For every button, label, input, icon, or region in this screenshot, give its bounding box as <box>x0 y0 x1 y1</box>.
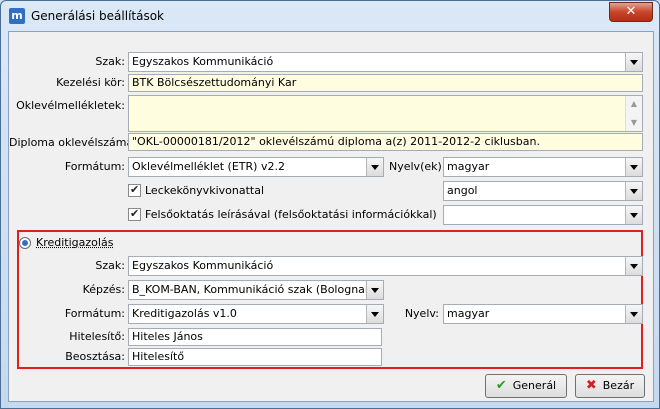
nyelv-select-3[interactable] <box>443 205 643 225</box>
kredit-szak-label: Szak: <box>95 259 125 272</box>
title-bar[interactable]: m Generálási beállítások ✕ <box>1 1 659 31</box>
kezelesi-kor-label: Kezelési kör: <box>56 76 125 89</box>
kreditigazolas-label[interactable]: Kreditigazolás <box>36 236 113 249</box>
chevron-down-icon[interactable] <box>366 281 383 299</box>
close-icon: ✕ <box>625 4 637 19</box>
generate-button[interactable]: ✔ Generál <box>485 374 567 398</box>
close-button[interactable]: ✖ Bezár <box>575 374 645 398</box>
beosztasa-label: Beosztása: <box>65 350 125 363</box>
chevron-down-icon[interactable] <box>625 206 642 224</box>
nyelv-2-value: angol <box>447 184 478 197</box>
chevron-down-icon[interactable] <box>366 305 383 323</box>
kredit-nyelv-label: Nyelv: <box>404 307 439 320</box>
kredit-nyelv-value: magyar <box>447 307 490 320</box>
dialog-body: Szak: Egyszakos Kommunikáció Kezelési kö… <box>8 31 654 402</box>
window-close-button[interactable]: ✕ <box>609 2 653 22</box>
diploma-oklevelszama-label: Diploma oklevélszáma: <box>9 136 137 149</box>
chevron-down-icon[interactable] <box>625 53 642 71</box>
chevron-down-icon[interactable] <box>366 158 383 176</box>
kredit-szak-value: Egyszakos Kommunikáció <box>132 259 274 272</box>
kreditigazolas-radio[interactable] <box>19 237 31 249</box>
oklevelmellekletek-label: Oklevélmellékletek: <box>16 99 125 112</box>
felsooktatas-label[interactable]: Felsőoktatás leírásával (felsőoktatási i… <box>145 208 437 221</box>
memo-scrollbar[interactable]: ▲ ▼ <box>625 96 642 131</box>
dialog-window: m Generálási beállítások ✕ Szak: Egyszak… <box>0 0 660 409</box>
oklevelmellekletek-memo[interactable]: ▲ ▼ <box>128 95 643 132</box>
chevron-down-icon[interactable] <box>625 182 642 200</box>
leckekonyv-label[interactable]: Leckekönyvkivonattal <box>145 184 264 197</box>
chevron-down-icon[interactable] <box>625 158 642 176</box>
kredit-nyelv-select[interactable]: magyar <box>443 304 643 324</box>
kepzes-select[interactable]: B_KOM-BAN, Kommunikáció szak (Bolognai B… <box>128 280 384 300</box>
leckekonyv-checkbox[interactable] <box>128 183 141 197</box>
kredit-formatum-select[interactable]: Kreditigazolás v1.0 <box>128 304 384 324</box>
szak-select[interactable]: Egyszakos Kommunikáció <box>128 52 643 72</box>
chevron-down-icon[interactable] <box>625 305 642 323</box>
scroll-up-icon[interactable]: ▲ <box>626 96 642 112</box>
formatum-value: Oklevélmelléklet (ETR) v2.2 <box>132 160 285 173</box>
nyelv-1-value: magyar <box>447 160 490 173</box>
kredit-szak-select[interactable]: Egyszakos Kommunikáció <box>128 256 643 276</box>
kredit-formatum-label: Formátum: <box>64 307 125 320</box>
szak-value: Egyszakos Kommunikáció <box>132 55 274 68</box>
nyelvek-label: Nyelv(ek): <box>389 160 446 173</box>
szak-label: Szak: <box>95 55 125 68</box>
cancel-icon: ✖ <box>585 378 597 393</box>
app-icon: m <box>9 8 25 24</box>
close-label: Bezár <box>602 379 635 392</box>
kezelesi-kor-field: BTK Bölcsészettudományi Kar <box>128 74 643 92</box>
formatum-select[interactable]: Oklevélmelléklet (ETR) v2.2 <box>128 157 384 177</box>
kepzes-label: Képzés: <box>82 283 125 296</box>
diploma-oklevelszama-field: "OKL-00000181/2012" oklevélszámú diploma… <box>128 133 643 151</box>
generate-label: Generál <box>512 379 557 392</box>
kredit-formatum-value: Kreditigazolás v1.0 <box>132 307 237 320</box>
kepzes-value: B_KOM-BAN, Kommunikáció szak (Bolognai B… <box>132 283 384 296</box>
hitelesito-label: Hitelesítő: <box>69 330 125 343</box>
checkmark-icon: ✔ <box>495 378 507 393</box>
hitelesito-input[interactable]: Hiteles János <box>128 328 382 346</box>
nyelv-select-2[interactable]: angol <box>443 181 643 201</box>
nyelv-select-1[interactable]: magyar <box>443 157 643 177</box>
formatum-label: Formátum: <box>64 160 125 173</box>
scroll-down-icon[interactable]: ▼ <box>626 115 642 131</box>
felsooktatas-checkbox[interactable] <box>128 207 141 221</box>
window-title: Generálási beállítások <box>31 9 165 23</box>
chevron-down-icon[interactable] <box>625 257 642 275</box>
beosztasa-input[interactable]: Hitelesítő <box>128 348 382 366</box>
